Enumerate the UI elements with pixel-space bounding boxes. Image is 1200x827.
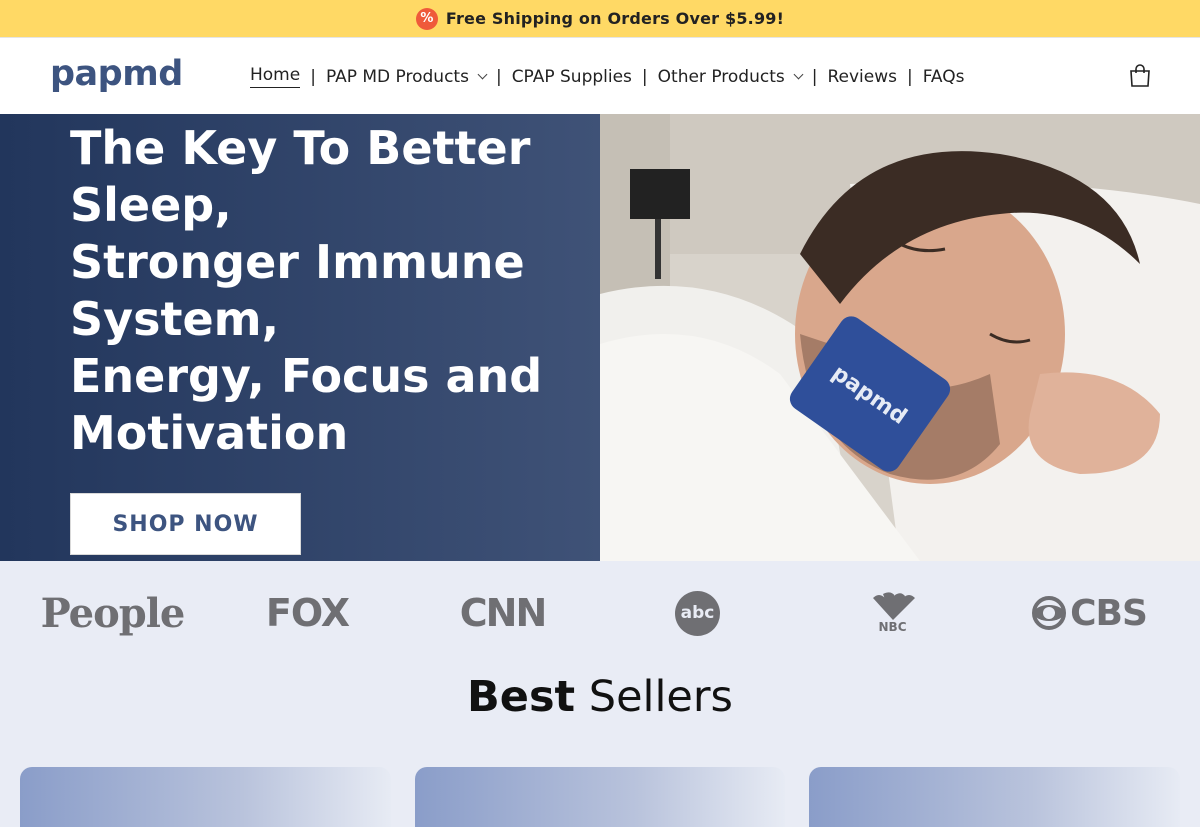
nav-label: PAP MD Products bbox=[325, 66, 469, 87]
hero-title-line: Motivation bbox=[70, 406, 349, 460]
nav-item-pap-md-products[interactable]: PAP MD Products bbox=[316, 62, 496, 92]
logo[interactable]: papmd bbox=[50, 54, 183, 94]
nbc-logo: NBC bbox=[865, 589, 920, 637]
best-sellers-bold: Best bbox=[467, 672, 576, 722]
hero-title-line: Sleep, bbox=[70, 178, 232, 232]
main-nav: Home | PAP MD Products | CPAP Supplies |… bbox=[240, 38, 975, 115]
best-sellers-title: Best Sellers bbox=[0, 672, 1200, 722]
nav-item-cpap-supplies[interactable]: CPAP Supplies bbox=[502, 62, 642, 92]
cnn-logo: CNN bbox=[459, 591, 548, 635]
announcement-text: Free Shipping on Orders Over $5.99! bbox=[445, 9, 785, 28]
best-sellers-light: Sellers bbox=[588, 672, 733, 722]
nav-label: Reviews bbox=[827, 66, 897, 87]
cbs-eye-icon bbox=[1032, 596, 1067, 630]
nav-item-other-products[interactable]: Other Products bbox=[648, 62, 812, 92]
cbs-logo-text: CBS bbox=[1070, 592, 1148, 634]
hero-title-line: Stronger Immune bbox=[70, 235, 525, 289]
hero-title: The Key To Better Sleep, Stronger Immune… bbox=[70, 120, 570, 462]
announcement-bar: % Free Shipping on Orders Over $5.99! bbox=[0, 0, 1200, 37]
product-card[interactable] bbox=[809, 767, 1180, 827]
hero-title-line: Energy, Focus and bbox=[70, 349, 543, 403]
shop-now-button[interactable]: SHOP NOW bbox=[70, 493, 301, 555]
chevron-down-icon bbox=[477, 69, 488, 80]
nav-label: FAQs bbox=[922, 66, 965, 87]
hero-photo-sleeping-man: papmd bbox=[600, 114, 1200, 561]
shopping-bag-icon[interactable] bbox=[1127, 63, 1153, 89]
nav-label: CPAP Supplies bbox=[511, 66, 632, 87]
nav-item-home[interactable]: Home bbox=[240, 62, 310, 92]
hero-title-line: The Key To Better bbox=[70, 121, 531, 175]
nbc-logo-text: NBC bbox=[878, 620, 907, 634]
press-logos: People FOX CNN abc NBC CBS bbox=[0, 561, 1200, 661]
cbs-logo: CBS bbox=[1032, 589, 1148, 637]
chevron-down-icon bbox=[793, 69, 804, 80]
nav-label: Home bbox=[250, 65, 301, 88]
abc-logo-text: abc bbox=[675, 590, 720, 636]
hero-title-line: System, bbox=[70, 292, 280, 346]
product-card[interactable] bbox=[20, 767, 391, 827]
product-card[interactable] bbox=[415, 767, 785, 827]
hero-text-panel: The Key To Better Sleep, Stronger Immune… bbox=[0, 114, 600, 561]
nav-item-faqs[interactable]: FAQs bbox=[913, 62, 975, 92]
people-logo: People bbox=[40, 589, 186, 637]
percent-badge-icon: % bbox=[415, 7, 438, 30]
fox-logo: FOX bbox=[265, 591, 350, 635]
nav-label: Other Products bbox=[657, 66, 785, 87]
site-header: papmd Home | PAP MD Products | CPAP Supp… bbox=[0, 37, 1200, 114]
hero-banner: The Key To Better Sleep, Stronger Immune… bbox=[0, 114, 1200, 561]
peacock-icon bbox=[872, 592, 915, 620]
nav-item-reviews[interactable]: Reviews bbox=[817, 62, 907, 92]
abc-logo: abc bbox=[675, 589, 720, 637]
